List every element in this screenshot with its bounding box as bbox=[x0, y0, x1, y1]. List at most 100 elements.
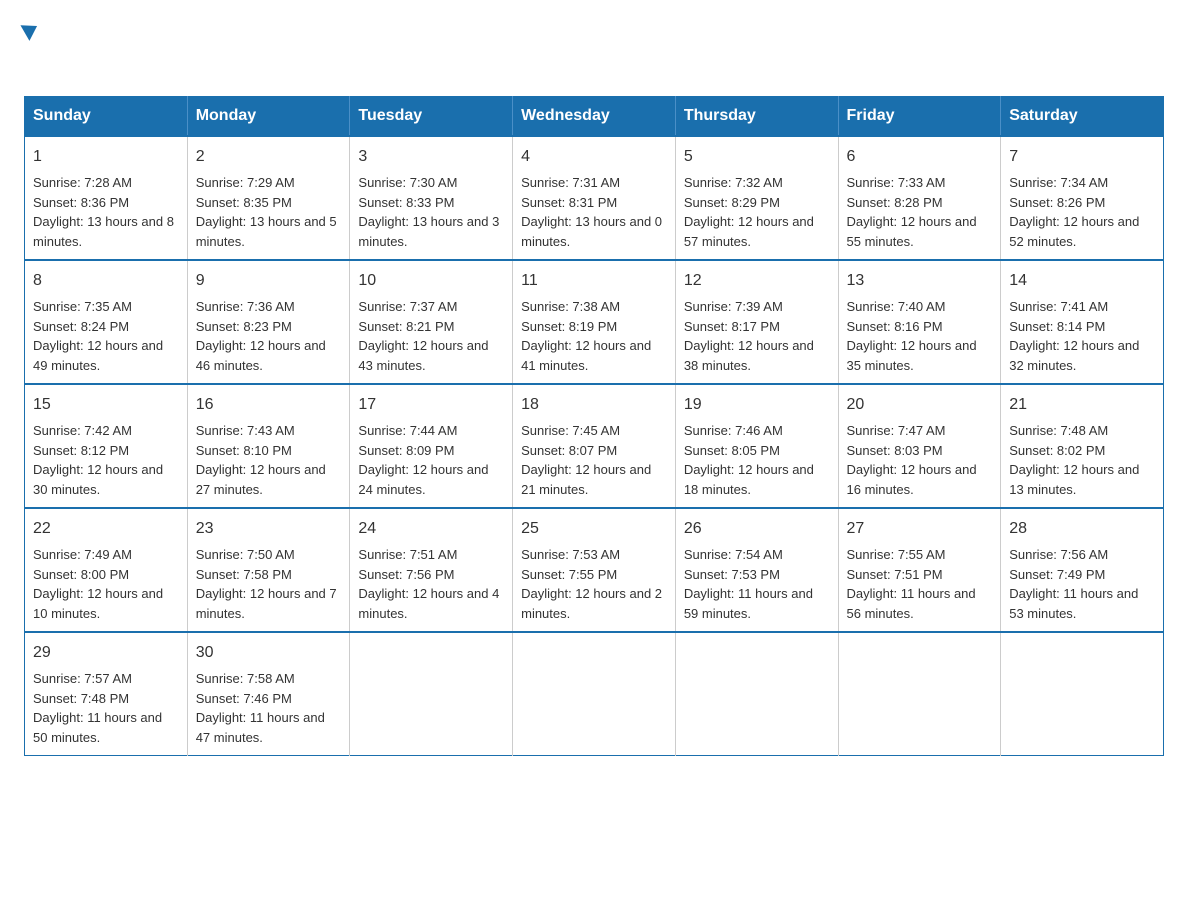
logo-triangle-icon bbox=[20, 18, 41, 41]
sunrise-label: Sunrise: 7:45 AM bbox=[521, 423, 620, 438]
sunset-label: Sunset: 8:36 PM bbox=[33, 195, 129, 210]
daylight-label: Daylight: 13 hours and 5 minutes. bbox=[196, 214, 337, 249]
calendar-cell: 29Sunrise: 7:57 AMSunset: 7:48 PMDayligh… bbox=[25, 632, 188, 756]
sunrise-label: Sunrise: 7:47 AM bbox=[847, 423, 946, 438]
logo bbox=[24, 24, 40, 76]
calendar-week-4: 22Sunrise: 7:49 AMSunset: 8:00 PMDayligh… bbox=[25, 508, 1164, 632]
sunrise-label: Sunrise: 7:46 AM bbox=[684, 423, 783, 438]
sunrise-label: Sunrise: 7:56 AM bbox=[1009, 547, 1108, 562]
day-number: 18 bbox=[521, 393, 667, 417]
calendar-cell: 6 Sunrise: 7:33 AM Sunset: 8:28 PM Daylight… bbox=[838, 136, 1001, 260]
calendar-cell: 27Sunrise: 7:55 AMSunset: 7:51 PMDayligh… bbox=[838, 508, 1001, 632]
daylight-label: Daylight: 12 hours and 27 minutes. bbox=[196, 462, 326, 497]
sunset-label: Sunset: 8:14 PM bbox=[1009, 319, 1105, 334]
sunrise-label: Sunrise: 7:36 AM bbox=[196, 299, 295, 314]
calendar-cell: 4Sunrise: 7:31 AMSunset: 8:31 PMDaylight… bbox=[513, 136, 676, 260]
day-number: 5 bbox=[684, 145, 830, 169]
calendar-cell bbox=[513, 632, 676, 756]
daylight-label: Daylight: 12 hours and 46 minutes. bbox=[196, 338, 326, 373]
sunrise-label: Sunrise: 7:38 AM bbox=[521, 299, 620, 314]
day-number: 19 bbox=[684, 393, 830, 417]
sunset-label: Sunset: 7:53 PM bbox=[684, 567, 780, 582]
sunset-label: Sunset: 8:28 PM bbox=[847, 195, 943, 210]
daylight-label: Daylight: 12 hours and 57 minutes. bbox=[684, 214, 814, 249]
day-header-saturday: Saturday bbox=[1001, 97, 1164, 137]
sunrise-label: Sunrise: 7:58 AM bbox=[196, 671, 295, 686]
day-number: 17 bbox=[358, 393, 504, 417]
calendar-cell: 5Sunrise: 7:32 AMSunset: 8:29 PMDaylight… bbox=[675, 136, 838, 260]
sunset-label: Sunset: 8:16 PM bbox=[847, 319, 943, 334]
daylight-label: Daylight: 12 hours and 32 minutes. bbox=[1009, 338, 1139, 373]
day-number: 22 bbox=[33, 517, 179, 541]
sunrise-label: Sunrise: 7:33 AM bbox=[847, 175, 946, 190]
sunrise-label: Sunrise: 7:35 AM bbox=[33, 299, 132, 314]
day-number: 10 bbox=[358, 269, 504, 293]
daylight-label: Daylight: 12 hours and 49 minutes. bbox=[33, 338, 163, 373]
day-number: 2 bbox=[196, 145, 342, 169]
calendar-header-row: SundayMondayTuesdayWednesdayThursdayFrid… bbox=[25, 97, 1164, 137]
day-number: 30 bbox=[196, 641, 342, 665]
calendar-cell: 15Sunrise: 7:42 AMSunset: 8:12 PMDayligh… bbox=[25, 384, 188, 508]
daylight-label: Daylight: 12 hours and 41 minutes. bbox=[521, 338, 651, 373]
day-header-monday: Monday bbox=[187, 97, 350, 137]
sunset-label: Sunset: 8:24 PM bbox=[33, 319, 129, 334]
sunrise-label: Sunrise: 7:57 AM bbox=[33, 671, 132, 686]
daylight-label: Daylight: 12 hours and 13 minutes. bbox=[1009, 462, 1139, 497]
daylight-label: Daylight: 12 hours and 7 minutes. bbox=[196, 586, 337, 621]
calendar-cell: 21Sunrise: 7:48 AMSunset: 8:02 PMDayligh… bbox=[1001, 384, 1164, 508]
calendar-cell: 14Sunrise: 7:41 AMSunset: 8:14 PMDayligh… bbox=[1001, 260, 1164, 384]
day-number: 23 bbox=[196, 517, 342, 541]
daylight-label: Daylight: 12 hours and 38 minutes. bbox=[684, 338, 814, 373]
calendar-cell: 18Sunrise: 7:45 AMSunset: 8:07 PMDayligh… bbox=[513, 384, 676, 508]
sunset-label: Sunset: 8:00 PM bbox=[33, 567, 129, 582]
daylight-label: Daylight: 11 hours and 56 minutes. bbox=[847, 586, 976, 621]
calendar-cell: 11Sunrise: 7:38 AMSunset: 8:19 PMDayligh… bbox=[513, 260, 676, 384]
sunrise-label: Sunrise: 7:53 AM bbox=[521, 547, 620, 562]
sunset-label: Sunset: 8:02 PM bbox=[1009, 443, 1105, 458]
day-number: 25 bbox=[521, 517, 667, 541]
sunset-label: Sunset: 8:09 PM bbox=[358, 443, 454, 458]
day-number: 26 bbox=[684, 517, 830, 541]
day-number: 6 bbox=[847, 145, 993, 169]
sunset-label: Sunset: 8:35 PM bbox=[196, 195, 292, 210]
day-number: 27 bbox=[847, 517, 993, 541]
day-number: 15 bbox=[33, 393, 179, 417]
sunset-label: Sunset: 8:21 PM bbox=[358, 319, 454, 334]
day-number: 1 bbox=[33, 145, 179, 169]
day-number: 13 bbox=[847, 269, 993, 293]
sunrise-label: Sunrise: 7:32 AM bbox=[684, 175, 783, 190]
calendar-cell bbox=[675, 632, 838, 756]
sunrise-label: Sunrise: 7:34 AM bbox=[1009, 175, 1108, 190]
calendar-cell: 10Sunrise: 7:37 AMSunset: 8:21 PMDayligh… bbox=[350, 260, 513, 384]
daylight-label: Daylight: 13 hours and 8 minutes. bbox=[33, 214, 174, 249]
sunset-label: Sunset: 7:56 PM bbox=[358, 567, 454, 582]
daylight-label: Daylight: 12 hours and 52 minutes. bbox=[1009, 214, 1139, 249]
calendar-cell: 25Sunrise: 7:53 AMSunset: 7:55 PMDayligh… bbox=[513, 508, 676, 632]
calendar-cell: 23Sunrise: 7:50 AMSunset: 7:58 PMDayligh… bbox=[187, 508, 350, 632]
calendar-cell: 20Sunrise: 7:47 AMSunset: 8:03 PMDayligh… bbox=[838, 384, 1001, 508]
sunset-label: Sunset: 8:03 PM bbox=[847, 443, 943, 458]
daylight-label: Daylight: 12 hours and 16 minutes. bbox=[847, 462, 977, 497]
sunrise-label: Sunrise: 7:39 AM bbox=[684, 299, 783, 314]
day-number: 8 bbox=[33, 269, 179, 293]
calendar-cell: 8 Sunrise: 7:35 AM Sunset: 8:24 PM Daylight… bbox=[25, 260, 188, 384]
sunrise-label: Sunrise: 7:48 AM bbox=[1009, 423, 1108, 438]
sunset-label: Sunset: 8:23 PM bbox=[196, 319, 292, 334]
sunset-label: Sunset: 8:12 PM bbox=[33, 443, 129, 458]
sunrise-label: Sunrise: 7:37 AM bbox=[358, 299, 457, 314]
sunset-label: Sunset: 7:58 PM bbox=[196, 567, 292, 582]
calendar-cell bbox=[838, 632, 1001, 756]
calendar-cell: 28Sunrise: 7:56 AMSunset: 7:49 PMDayligh… bbox=[1001, 508, 1164, 632]
sunrise-label: Sunrise: 7:42 AM bbox=[33, 423, 132, 438]
day-header-friday: Friday bbox=[838, 97, 1001, 137]
daylight-label: Daylight: 12 hours and 35 minutes. bbox=[847, 338, 977, 373]
day-number: 11 bbox=[521, 269, 667, 293]
calendar-cell: 2Sunrise: 7:29 AMSunset: 8:35 PMDaylight… bbox=[187, 136, 350, 260]
day-number: 12 bbox=[684, 269, 830, 293]
day-header-wednesday: Wednesday bbox=[513, 97, 676, 137]
calendar-cell bbox=[1001, 632, 1164, 756]
daylight-label: Daylight: 12 hours and 55 minutes. bbox=[847, 214, 977, 249]
calendar-cell: 26Sunrise: 7:54 AMSunset: 7:53 PMDayligh… bbox=[675, 508, 838, 632]
sunset-label: Sunset: 8:10 PM bbox=[196, 443, 292, 458]
sunrise-label: Sunrise: 7:30 AM bbox=[358, 175, 457, 190]
